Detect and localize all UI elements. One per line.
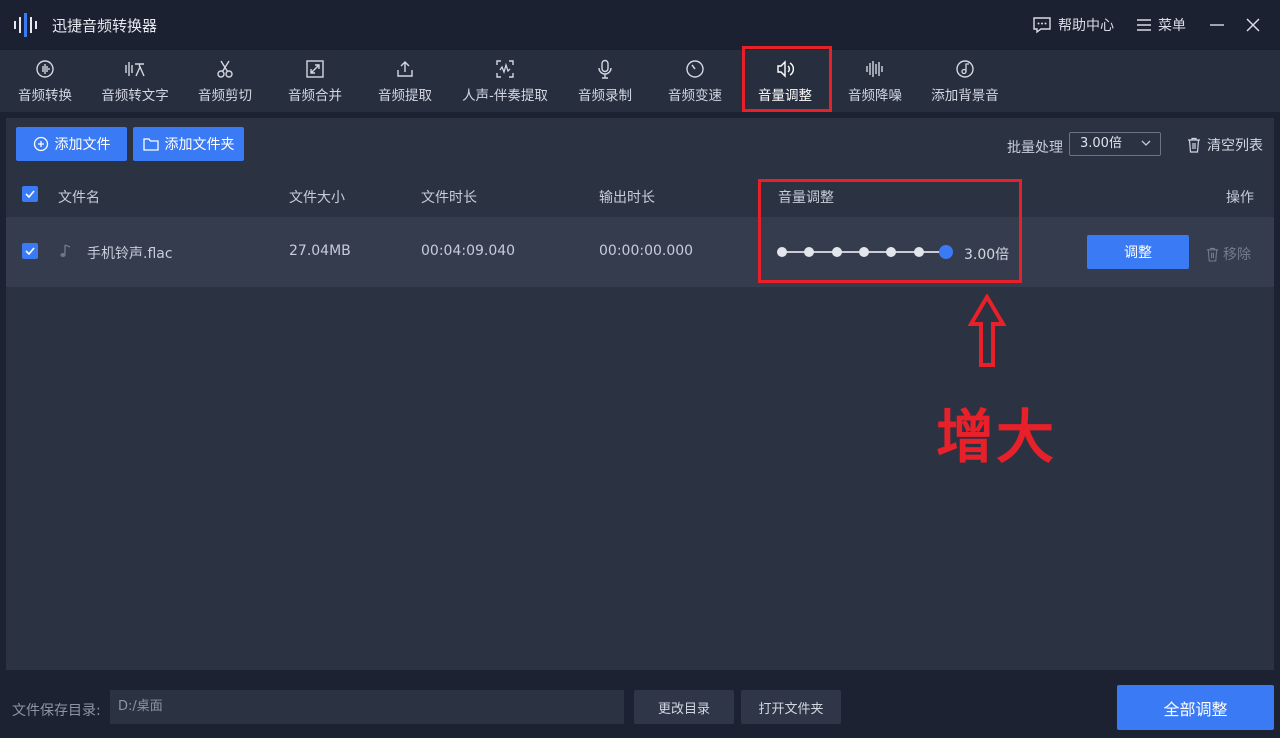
tool-label: 音频转文字 xyxy=(101,88,169,104)
row-checkbox[interactable] xyxy=(22,243,38,259)
minimize-icon xyxy=(1210,24,1224,26)
close-button[interactable] xyxy=(1244,16,1262,34)
audio-convert-icon xyxy=(34,58,56,80)
clear-list-button[interactable]: 清空列表 xyxy=(1187,135,1263,155)
app-title: 迅捷音频转换器 xyxy=(52,17,158,35)
header-file-duration: 文件时长 xyxy=(421,190,477,206)
minimize-button[interactable] xyxy=(1208,16,1226,34)
tool-label: 人声-伴奏提取 xyxy=(462,88,548,104)
music-note-icon xyxy=(59,243,73,263)
menu-label: 菜单 xyxy=(1158,18,1186,34)
speech-to-text-icon xyxy=(124,58,146,80)
close-icon xyxy=(1246,18,1260,32)
merge-icon xyxy=(304,58,326,80)
add-file-button[interactable]: 添加文件 xyxy=(16,127,127,161)
add-folder-button[interactable]: 添加文件夹 xyxy=(133,127,244,161)
tool-label: 音频剪切 xyxy=(198,88,252,104)
batch-multiplier-select[interactable]: 3.00倍 xyxy=(1069,132,1161,156)
tool-audio-convert[interactable]: 音频转换 xyxy=(8,50,82,112)
check-icon xyxy=(25,247,35,256)
tool-label: 音频提取 xyxy=(378,88,432,104)
adjust-all-button[interactable]: 全部调整 xyxy=(1117,685,1274,730)
tool-label: 音频降噪 xyxy=(848,88,902,104)
header-output-duration: 输出时长 xyxy=(599,190,655,206)
remove-label: 移除 xyxy=(1223,247,1251,263)
noise-reduce-icon xyxy=(864,58,886,80)
row-file-size: 27.04MB xyxy=(289,243,351,259)
header-file-name: 文件名 xyxy=(58,190,100,206)
check-icon xyxy=(25,190,35,199)
chevron-down-icon xyxy=(1141,140,1151,146)
tool-label: 音频变速 xyxy=(668,88,722,104)
row-file-duration: 00:04:09.040 xyxy=(421,243,516,259)
up-arrow-annotation-icon xyxy=(967,293,1007,368)
change-dir-button[interactable]: 更改目录 xyxy=(634,690,734,724)
tool-label: 音频录制 xyxy=(578,88,632,104)
highlight-box-volume-tool xyxy=(742,46,832,112)
title-bar: 迅捷音频转换器 帮助中心 菜单 xyxy=(0,0,1280,50)
tool-audio-record[interactable]: 音频录制 xyxy=(572,50,638,112)
add-file-label: 添加文件 xyxy=(54,137,111,153)
save-dir-input[interactable]: D:/桌面 xyxy=(110,690,624,724)
remove-button[interactable]: 移除 xyxy=(1206,244,1251,264)
add-folder-label: 添加文件夹 xyxy=(164,137,235,153)
table-row: 手机铃声.flac 27.04MB 00:04:09.040 00:00:00.… xyxy=(6,217,1274,287)
menu-button[interactable]: 菜单 xyxy=(1136,15,1186,35)
header-file-size: 文件大小 xyxy=(289,190,345,206)
table-header: 文件名 文件大小 文件时长 输出时长 音量调整 操作 xyxy=(6,175,1274,217)
tool-label: 音频转换 xyxy=(18,88,72,104)
clear-list-label: 清空列表 xyxy=(1207,138,1263,154)
feature-toolbar: 音频转换 音频转文字 音频剪切 音频合并 音频提取 人声-伴奏提取 音频录制 音… xyxy=(0,50,1280,112)
save-dir-label: 文件保存目录: xyxy=(12,703,101,719)
annotation-text: 增大 xyxy=(936,403,1057,471)
scissors-icon xyxy=(214,58,236,80)
tool-audio-merge[interactable]: 音频合并 xyxy=(282,50,348,112)
highlight-box-volume-column xyxy=(758,179,1022,283)
header-operation: 操作 xyxy=(1226,190,1254,206)
vocal-extract-icon xyxy=(494,58,516,80)
folder-icon xyxy=(142,138,159,151)
tool-vocal-extract[interactable]: 人声-伴奏提取 xyxy=(456,50,554,112)
tool-audio-speed[interactable]: 音频变速 xyxy=(662,50,728,112)
batch-multiplier-value: 3.00倍 xyxy=(1080,136,1122,151)
chat-bubble-icon xyxy=(1033,17,1051,34)
tool-audio-cut[interactable]: 音频剪切 xyxy=(192,50,258,112)
speed-dial-icon xyxy=(684,58,706,80)
tool-label: 音频合并 xyxy=(288,88,342,104)
adjust-button[interactable]: 调整 xyxy=(1087,235,1189,269)
row-output-duration: 00:00:00.000 xyxy=(599,243,694,259)
microphone-icon xyxy=(594,58,616,80)
upload-icon xyxy=(394,58,416,80)
hamburger-icon xyxy=(1137,19,1151,31)
open-folder-button[interactable]: 打开文件夹 xyxy=(741,690,841,724)
tool-speech-to-text[interactable]: 音频转文字 xyxy=(96,50,174,112)
tool-label: 添加背景音 xyxy=(931,88,999,104)
tool-noise-reduce[interactable]: 音频降噪 xyxy=(842,50,908,112)
tool-add-background-music[interactable]: 添加背景音 xyxy=(926,50,1004,112)
help-center-label: 帮助中心 xyxy=(1058,18,1114,34)
batch-process-label: 批量处理 xyxy=(1007,140,1063,156)
trash-icon xyxy=(1188,137,1200,153)
tool-audio-extract[interactable]: 音频提取 xyxy=(372,50,438,112)
row-file-name: 手机铃声.flac xyxy=(87,246,173,262)
select-all-checkbox[interactable] xyxy=(22,186,38,202)
plus-circle-icon xyxy=(33,136,48,152)
help-center-button[interactable]: 帮助中心 xyxy=(1032,15,1114,35)
trash-icon xyxy=(1206,247,1219,262)
app-logo-icon xyxy=(12,10,42,40)
music-disc-icon xyxy=(954,58,976,80)
